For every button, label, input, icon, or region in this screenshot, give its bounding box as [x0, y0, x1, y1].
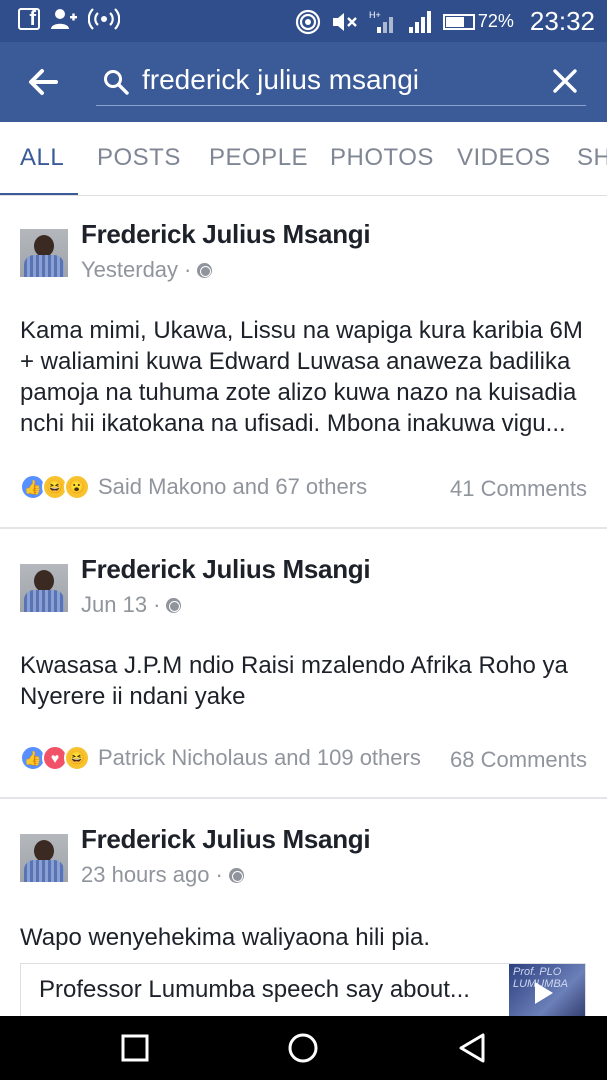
post-timestamp[interactable]: Jun 13	[81, 592, 147, 618]
avatar[interactable]	[20, 564, 68, 612]
link-preview-title: Professor Lumumba speech say about...	[39, 976, 470, 1003]
post-card[interactable]: Frederick Julius Msangi Yesterday · Kama…	[0, 197, 607, 527]
data-signal-icon: H+	[369, 10, 393, 33]
active-tab-indicator	[0, 193, 78, 195]
post-author[interactable]: Frederick Julius Msangi	[81, 824, 371, 855]
post-text: Kwasasa J.P.M ndio Raisi mzalendo Afrika…	[20, 652, 568, 710]
post-meta: Jun 13 ·	[81, 592, 182, 618]
meta-separator: ·	[184, 257, 192, 282]
recent-apps-icon[interactable]	[117, 1030, 153, 1066]
reaction-summary: Said Makono and 67 others	[98, 474, 368, 499]
battery-percent: 72%	[477, 11, 514, 31]
tab-all[interactable]: ALL	[20, 122, 64, 195]
video-thumbnail[interactable]: Prof. PLO LUMUMBA	[509, 964, 585, 1016]
tab-shops[interactable]: SHO	[577, 122, 607, 195]
mute-icon	[332, 12, 357, 31]
globe-icon	[228, 867, 244, 883]
search-icon	[104, 70, 129, 95]
globe-icon	[166, 597, 182, 613]
home-icon[interactable]	[285, 1030, 321, 1066]
tab-people[interactable]: PEOPLE	[209, 122, 308, 195]
clock: 23:32	[529, 6, 595, 36]
comments-count[interactable]: 41 Comments	[450, 476, 587, 502]
meta-separator: ·	[215, 862, 223, 887]
status-bar: f H+ 72% 23:32	[0, 0, 607, 42]
globe-icon	[197, 262, 213, 278]
facebook-icon: f	[18, 8, 40, 30]
wow-reaction-icon: 😮	[64, 474, 90, 500]
avatar[interactable]	[20, 834, 68, 882]
tab-photos[interactable]: PHOTOS	[330, 122, 434, 195]
search-filter-tabs: ALL POSTS PEOPLE PHOTOS VIDEOS SHO	[0, 122, 607, 196]
system-navigation-bar	[0, 1016, 607, 1080]
reaction-bar[interactable]: 👍 😆 😮 Said Makono and 67 others	[20, 474, 367, 500]
post-divider	[0, 797, 607, 799]
battery-icon	[442, 13, 475, 30]
back-arrow-icon[interactable]	[20, 60, 64, 104]
back-icon[interactable]	[455, 1030, 491, 1066]
search-input[interactable]	[142, 60, 522, 100]
post-divider	[0, 527, 607, 529]
tab-posts[interactable]: POSTS	[97, 122, 181, 195]
cell-signal-icon	[408, 10, 431, 33]
haha-reaction-icon: 😆	[64, 745, 90, 771]
hotspot-icon	[295, 9, 320, 34]
comments-count[interactable]: 68 Comments	[450, 747, 587, 773]
clear-icon[interactable]	[548, 64, 582, 98]
post-meta: Yesterday ·	[81, 257, 213, 283]
post-author[interactable]: Frederick Julius Msangi	[81, 554, 371, 585]
tab-videos[interactable]: VIDEOS	[457, 122, 551, 195]
reaction-bar[interactable]: 👍 ♥ 😆 Patrick Nicholaus and 109 others	[20, 745, 421, 771]
search-header	[0, 42, 607, 122]
reaction-summary: Patrick Nicholaus and 109 others	[98, 745, 421, 770]
post-meta: 23 hours ago ·	[81, 862, 244, 888]
post-text: Kama mimi, Ukawa, Lissu na wapiga kura k…	[20, 317, 583, 437]
post-text: Wapo wenyehekima waliyaona hili pia.	[20, 924, 430, 951]
post-timestamp[interactable]: Yesterday	[81, 257, 178, 283]
friend-request-icon	[51, 9, 77, 29]
status-right-icons: H+ 72% 23:32	[295, 6, 595, 37]
post-card[interactable]: Frederick Julius Msangi Jun 13 · Kwasasa…	[0, 530, 607, 797]
play-icon	[535, 982, 553, 1004]
avatar[interactable]	[20, 229, 68, 277]
post-author[interactable]: Frederick Julius Msangi	[81, 219, 371, 250]
post-timestamp[interactable]: 23 hours ago	[81, 862, 209, 888]
svg-text:H+: H+	[369, 10, 381, 20]
post-card[interactable]: Frederick Julius Msangi 23 hours ago · W…	[0, 800, 607, 1016]
link-preview-card[interactable]: Professor Lumumba speech say about... Pr…	[20, 963, 586, 1016]
search-bar[interactable]	[96, 56, 586, 106]
status-left-icons: f	[18, 7, 120, 31]
broadcast-icon	[88, 8, 120, 30]
meta-separator: ·	[153, 592, 161, 617]
battery-indicator: 72%	[442, 11, 514, 32]
